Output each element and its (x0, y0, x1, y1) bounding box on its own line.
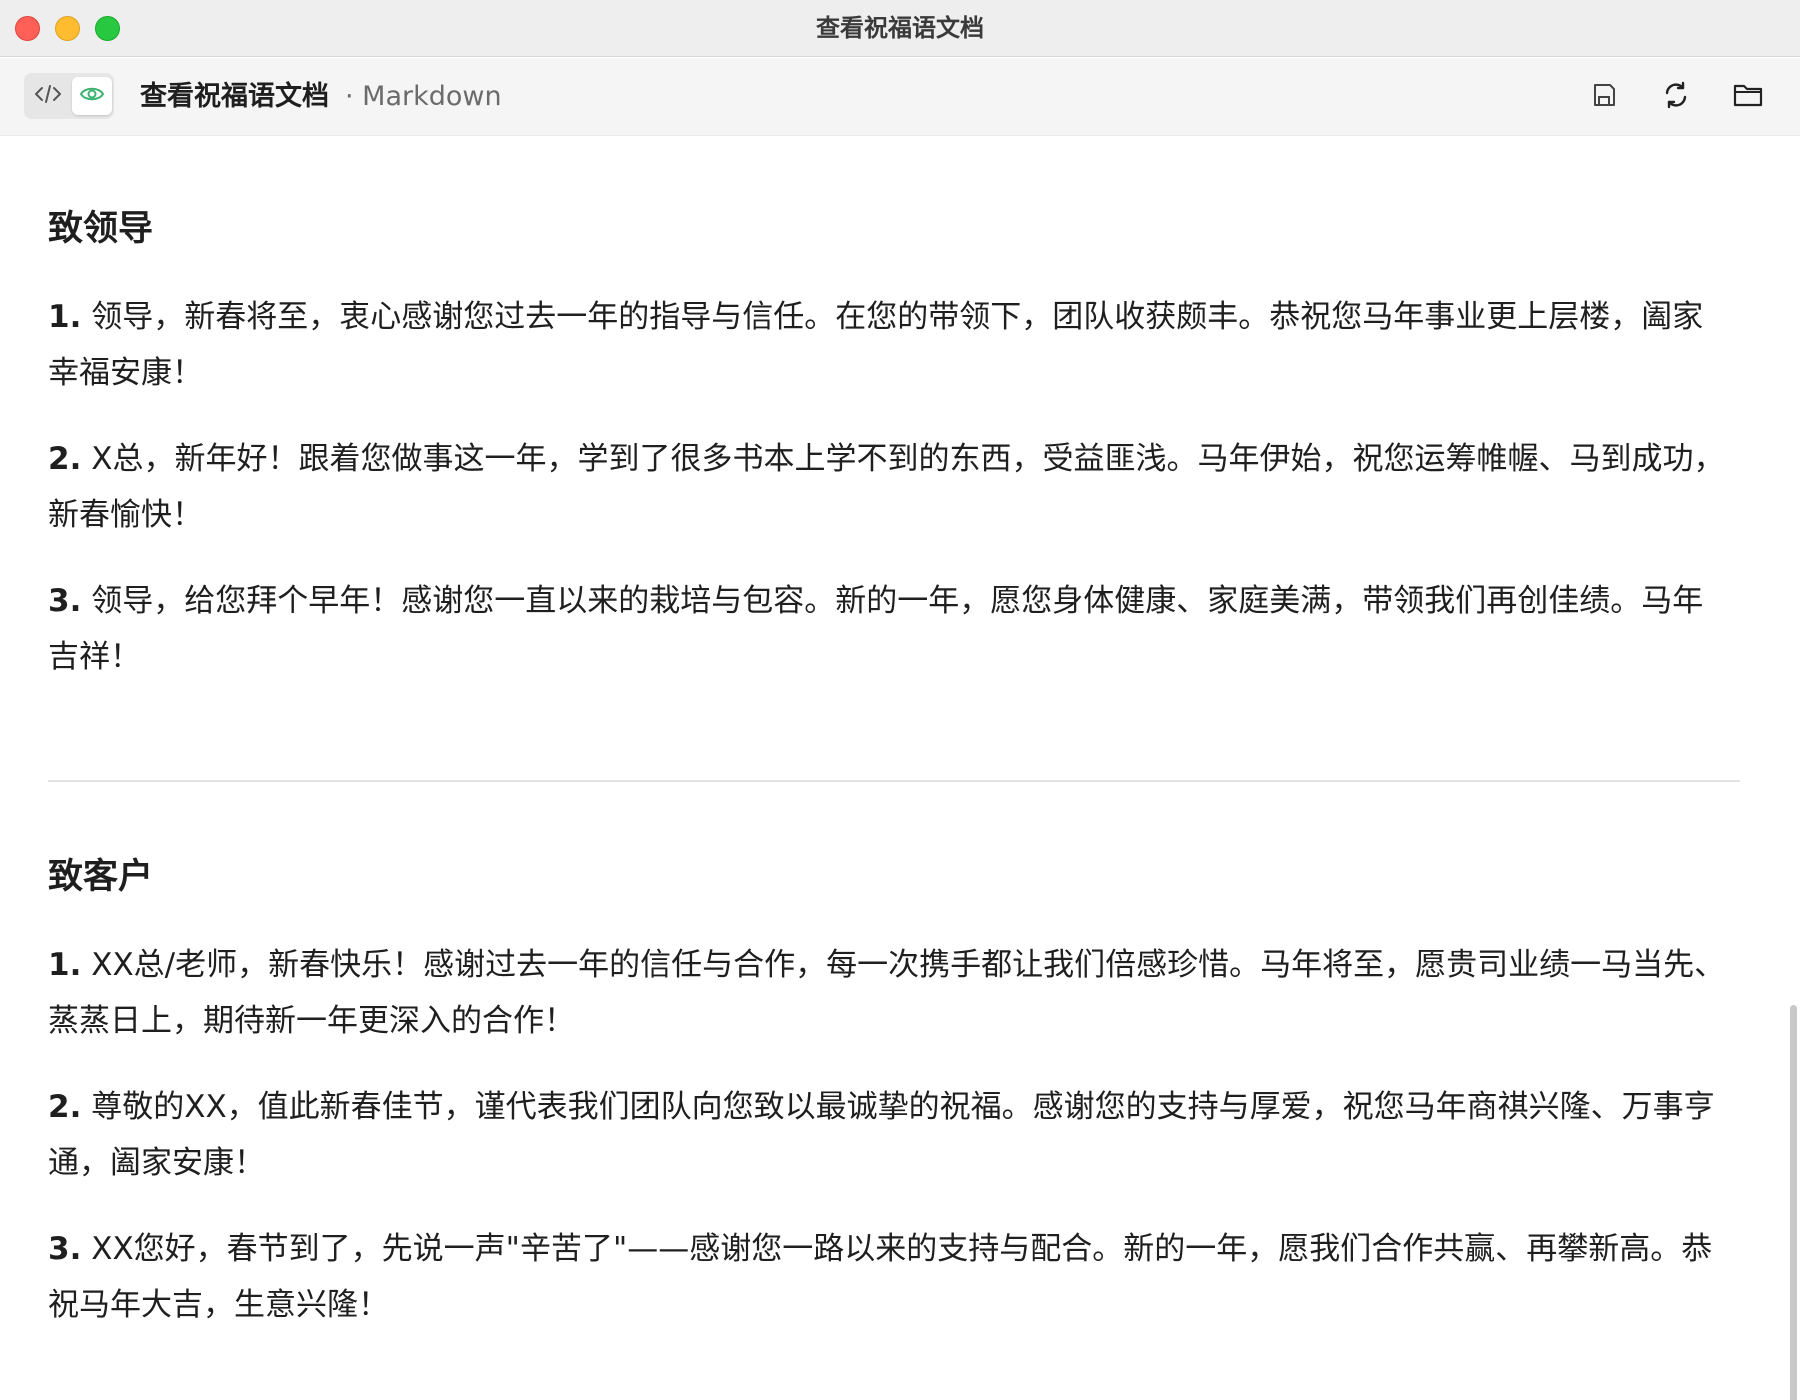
markdown-preview[interactable]: 致领导 1. 领导，新春将至，衷心感谢您过去一年的指导与信任。在您的带领下，团队… (0, 137, 1800, 1400)
item-text: XX总/老师，新春快乐！感谢过去一年的信任与合作，每一次携手都让我们倍感珍惜。马… (48, 947, 1726, 1039)
list-item: 2. X总，新年好！跟着您做事这一年，学到了很多书本上学不到的东西，受益匪浅。马… (48, 431, 1728, 543)
item-text: 领导，新春将至，衷心感谢您过去一年的指导与信任。在您的带领下，团队收获颇丰。恭祝… (48, 299, 1704, 391)
list-item: 2. 尊敬的XX，值此新春佳节，谨代表我们团队向您致以最诚挚的祝福。感谢您的支持… (48, 1079, 1728, 1191)
item-text: 尊敬的XX，值此新春佳节，谨代表我们团队向您致以最诚挚的祝福。感谢您的支持与厚爱… (48, 1089, 1715, 1181)
list-item: 1. XX总/老师，新春快乐！感谢过去一年的信任与合作，每一次携手都让我们倍感珍… (48, 937, 1728, 1049)
document-name: 查看祝福语文档 (140, 81, 329, 112)
document-type: · Markdown (345, 81, 502, 112)
list-item: 3. 领导，给您拜个早年！感谢您一直以来的栽培与包容。新的一年，愿您身体健康、家… (48, 573, 1728, 685)
code-icon (34, 83, 62, 109)
item-text: XX您好，春节到了，先说一声"辛苦了"——感谢您一路以来的支持与配合。新的一年，… (48, 1231, 1713, 1323)
section-heading: 致领导 (48, 209, 154, 249)
vertical-scrollbar[interactable] (1790, 1005, 1797, 1400)
item-number: 1. (48, 299, 82, 335)
section-leaders: 致领导 1. 领导，新春将至，衷心感谢您过去一年的指导与信任。在您的带领下，团队… (48, 207, 1748, 715)
window-title: 查看祝福语文档 (816, 14, 984, 42)
item-number: 2. (48, 1089, 82, 1125)
section-heading: 致客户 (48, 857, 154, 897)
section-clients: 致客户 1. XX总/老师，新春快乐！感谢过去一年的信任与合作，每一次携手都让我… (48, 855, 1748, 1363)
item-number: 2. (48, 441, 82, 477)
horizontal-rule (48, 780, 1740, 782)
folder-icon (1733, 82, 1763, 112)
list-item: 1. 领导，新春将至，衷心感谢您过去一年的指导与信任。在您的带领下，团队收获颇丰… (48, 289, 1728, 401)
app-window: 查看祝福语文档 查看祝福语文档 · Markdown 致领导 1. 领导，新春将… (0, 0, 1800, 1400)
item-number: 3. (48, 583, 82, 619)
list-item: 3. XX您好，春节到了，先说一声"辛苦了"——感谢您一路以来的支持与配合。新的… (48, 1221, 1728, 1333)
source-mode-button[interactable] (28, 77, 68, 115)
open-folder-button[interactable] (1728, 77, 1768, 117)
title-bar: 查看祝福语文档 (0, 0, 1800, 57)
item-number: 3. (48, 1231, 82, 1267)
item-number: 1. (48, 947, 82, 983)
refresh-button[interactable] (1656, 77, 1696, 117)
eye-icon (79, 84, 105, 108)
save-icon (1591, 82, 1617, 112)
preview-mode-button[interactable] (72, 77, 112, 115)
refresh-icon (1662, 81, 1690, 113)
toolbar: 查看祝福语文档 · Markdown (0, 58, 1800, 136)
item-text: X总，新年好！跟着您做事这一年，学到了很多书本上学不到的东西，受益匪浅。马年伊始… (48, 441, 1725, 533)
item-text: 领导，给您拜个早年！感谢您一直以来的栽培与包容。新的一年，愿您身体健康、家庭美满… (48, 583, 1704, 675)
save-button[interactable] (1584, 77, 1624, 117)
view-mode-toggle (24, 73, 114, 119)
